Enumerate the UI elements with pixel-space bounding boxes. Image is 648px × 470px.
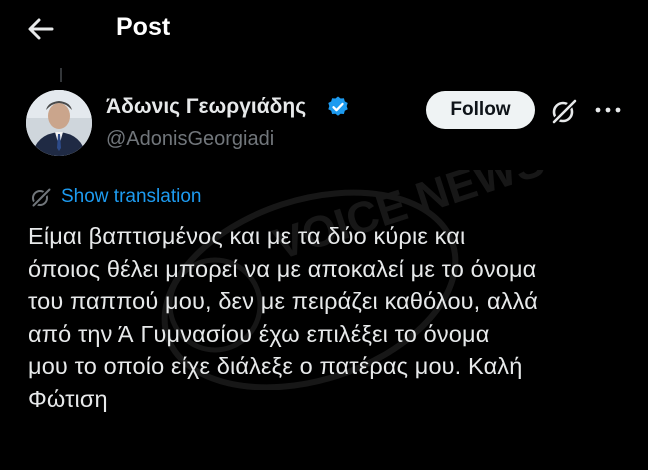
author-handle: @AdonisGeorgiadi bbox=[106, 128, 275, 150]
back-button[interactable] bbox=[24, 14, 58, 44]
arrow-left-icon bbox=[28, 18, 54, 40]
show-translation-link[interactable]: Show translation bbox=[30, 184, 201, 210]
grok-translate-icon bbox=[31, 187, 52, 208]
page-title: Post bbox=[116, 13, 171, 41]
more-options-button[interactable] bbox=[594, 103, 622, 117]
post-text: Είμαι βαπτισμένος και με τα δύο κύριε κα… bbox=[28, 223, 538, 412]
follow-button[interactable]: Follow bbox=[426, 91, 535, 129]
avatar-photo-icon bbox=[26, 90, 92, 156]
thread-connector-line bbox=[60, 68, 62, 82]
verified-badge-icon bbox=[328, 96, 348, 116]
top-bar: Post bbox=[0, 0, 648, 58]
grok-button[interactable] bbox=[549, 96, 579, 126]
author-name[interactable]: Άδωνις Γεωργιάδης bbox=[106, 95, 306, 119]
more-dots-icon bbox=[595, 107, 621, 113]
avatar[interactable] bbox=[26, 90, 92, 156]
show-translation-label: Show translation bbox=[61, 186, 202, 207]
grok-icon bbox=[550, 97, 578, 126]
